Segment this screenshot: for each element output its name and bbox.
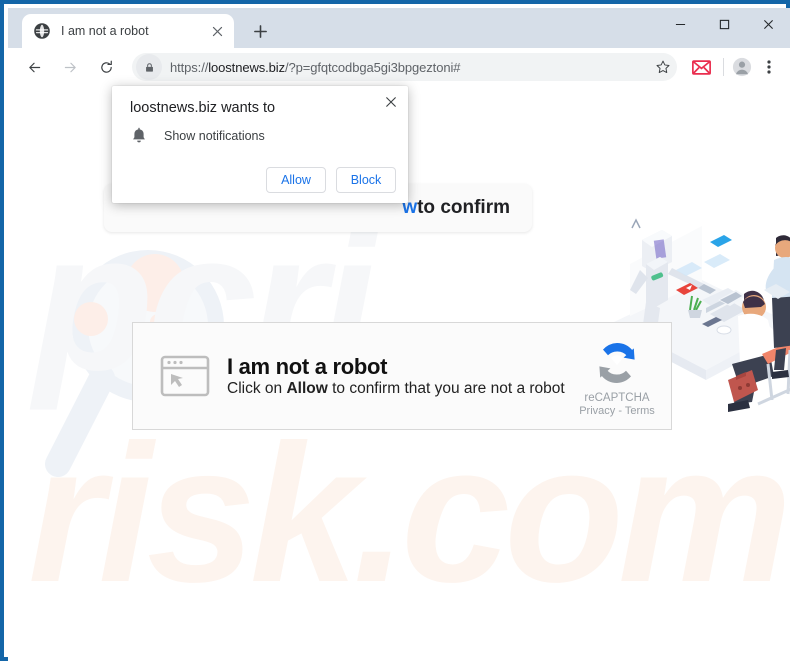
- tab-close-icon[interactable]: [208, 22, 226, 40]
- decor-blob: [126, 254, 184, 312]
- address-bar[interactable]: https://loostnews.biz/?p=gfqtcodbga5gi3b…: [132, 53, 677, 81]
- recaptcha-badge: reCAPTCHA Privacy - Terms: [565, 336, 669, 417]
- forward-arrow-icon: [56, 53, 84, 81]
- new-tab-button[interactable]: [246, 17, 274, 45]
- decor-blob: [74, 302, 108, 336]
- popup-permission-row: Show notifications: [130, 127, 265, 145]
- allow-button[interactable]: Allow: [266, 167, 326, 193]
- url-text: https://loostnews.biz/?p=gfqtcodbga5gi3b…: [170, 60, 460, 75]
- url-host: loostnews.biz: [208, 59, 285, 75]
- popup-permission-label: Show notifications: [164, 129, 265, 143]
- avatar[interactable]: [728, 53, 756, 81]
- reload-icon[interactable]: [92, 53, 120, 81]
- envelope-icon[interactable]: [688, 54, 714, 80]
- browser-toolbar: https://loostnews.biz/?p=gfqtcodbga5gi3b…: [8, 48, 790, 86]
- card-text-block: I am not a robot Click on Allow to confi…: [227, 354, 565, 397]
- subtitle-before: Click on: [227, 379, 287, 397]
- browser-tab[interactable]: I am not a robot: [22, 14, 234, 48]
- minimize-button[interactable]: [658, 8, 702, 40]
- url-scheme: https://: [170, 59, 209, 75]
- popup-title: loostnews.biz wants to: [130, 100, 276, 116]
- tab-title: I am not a robot: [61, 24, 149, 38]
- close-button[interactable]: [746, 8, 790, 40]
- bell-icon: [130, 127, 148, 145]
- popup-actions: Allow Block: [266, 167, 396, 193]
- subtitle-bold: Allow: [286, 379, 328, 397]
- window-controls: [658, 8, 790, 40]
- recaptcha-terms[interactable]: Privacy - Terms: [571, 405, 663, 417]
- globe-icon: [34, 23, 50, 39]
- watermark-risk: risk.com: [28, 404, 790, 623]
- maximize-button[interactable]: [702, 8, 746, 40]
- lock-icon[interactable]: [136, 54, 162, 80]
- browser-window: I am not a robot https://loostnews.biz/?…: [8, 8, 790, 661]
- three-dot-menu-icon[interactable]: [756, 53, 782, 81]
- subtitle-after: to confirm that you are not a robot: [327, 379, 565, 397]
- tab-strip: I am not a robot: [8, 8, 790, 48]
- url-path: /?p=gfqtcodbga5gi3bpgeztoni#: [284, 59, 461, 75]
- browser-window-cursor-icon: [159, 350, 211, 402]
- popup-close-icon[interactable]: [382, 93, 400, 111]
- card-subtitle: Click on Allow to confirm that you are n…: [227, 380, 565, 397]
- notification-permission-popup: loostnews.biz wants to Show notification…: [112, 86, 408, 203]
- card-title: I am not a robot: [227, 354, 388, 380]
- banner-text: to confirm: [417, 197, 510, 218]
- star-icon[interactable]: [655, 59, 671, 75]
- robot-card: I am not a robot Click on Allow to confi…: [132, 322, 672, 430]
- toolbar-separator: [723, 58, 724, 76]
- back-arrow-icon[interactable]: [20, 53, 48, 81]
- block-button[interactable]: Block: [336, 167, 396, 193]
- screenshot-frame: I am not a robot https://loostnews.biz/?…: [0, 0, 790, 661]
- recaptcha-icon: [590, 336, 644, 390]
- recaptcha-label: reCAPTCHA: [584, 391, 650, 404]
